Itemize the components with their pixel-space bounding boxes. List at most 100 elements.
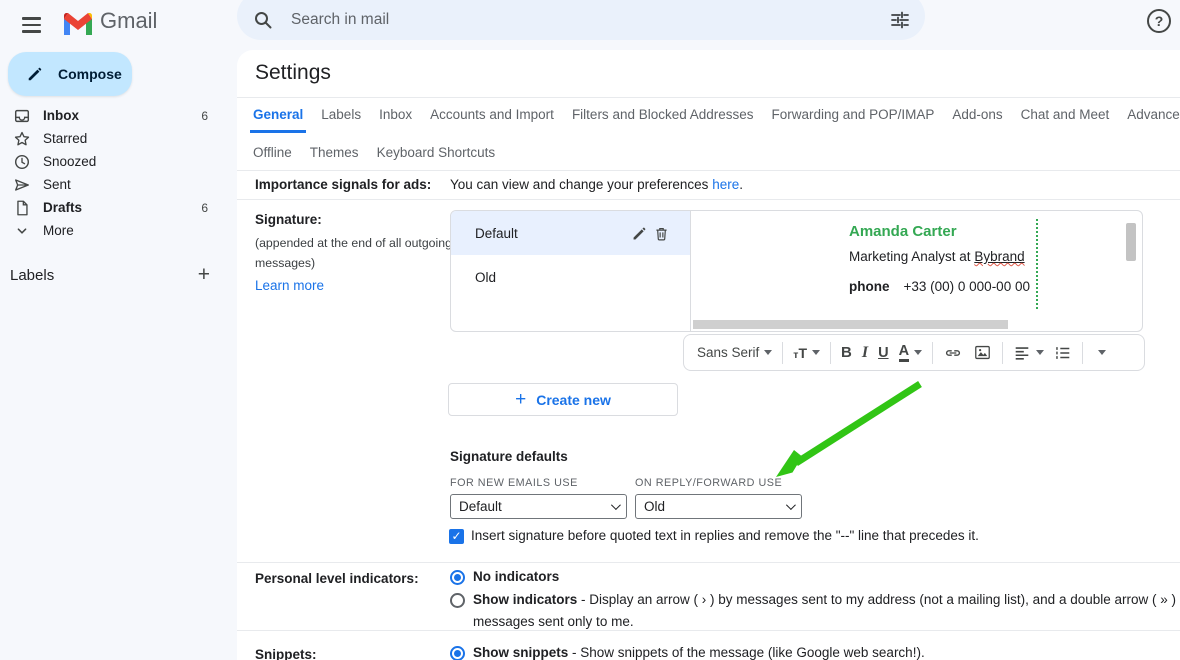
tab-forwarding-and-pop-imap[interactable]: Forwarding and POP/IMAP <box>769 104 938 133</box>
tab-themes[interactable]: Themes <box>307 142 362 168</box>
signature-preview-name: Amanda Carter <box>849 223 957 240</box>
signature-name: Default <box>475 226 628 241</box>
plus-icon: + <box>515 389 526 411</box>
insert-link-button[interactable] <box>938 343 968 363</box>
chevron-down-icon <box>786 500 796 510</box>
chevron-down-icon <box>812 350 820 355</box>
search-bar[interactable]: Search in mail <box>237 0 925 40</box>
search-input[interactable]: Search in mail <box>291 11 889 29</box>
signature-defaults-heading: Signature defaults <box>450 449 568 464</box>
search-filters-icon[interactable] <box>889 9 911 31</box>
sidebar-item-label: Drafts <box>43 200 201 215</box>
signature-divider-dotted <box>1036 219 1038 309</box>
signature-preview-title: Marketing Analyst at Bybrand <box>849 249 1025 264</box>
tab-add-ons[interactable]: Add-ons <box>949 104 1005 133</box>
show-indicators-option: Show indicators - Display an arrow ( › )… <box>450 592 1180 608</box>
checkbox-label: Insert signature before quoted text in r… <box>471 528 979 543</box>
sidebar-item-label: More <box>43 223 208 238</box>
importance-signals-text: You can view and change your preferences… <box>450 177 743 192</box>
no-indicators-option: No indicators <box>450 569 559 585</box>
font-family-select[interactable]: Sans Serif <box>692 345 777 360</box>
here-link[interactable]: here <box>712 177 739 192</box>
option-label: No indicators <box>473 569 559 584</box>
underline-button[interactable]: U <box>873 345 893 361</box>
insert-image-button[interactable] <box>968 343 997 362</box>
sidebar-item-sent[interactable]: Sent <box>0 173 228 196</box>
draft-count: 6 <box>201 201 208 215</box>
divider <box>237 97 1180 98</box>
radio-selected[interactable] <box>450 646 465 660</box>
text-color-button[interactable]: A <box>894 344 927 362</box>
checkbox-checked[interactable]: ✓ <box>449 529 464 544</box>
gmail-brand-text: Gmail <box>100 8 157 34</box>
signature-name: Old <box>475 270 672 285</box>
delete-signature-icon[interactable] <box>650 225 672 242</box>
sidebar-item-label: Snoozed <box>43 154 208 169</box>
help-button[interactable]: ? <box>1144 6 1174 36</box>
divider <box>237 170 1180 171</box>
learn-more-link[interactable]: Learn more <box>255 278 324 293</box>
tab-accounts-and-import[interactable]: Accounts and Import <box>427 104 557 133</box>
signature-item-old[interactable]: Old <box>451 255 690 299</box>
sidebar-item-label: Starred <box>43 131 208 146</box>
vertical-scrollbar[interactable] <box>1126 223 1136 261</box>
signature-label: Signature: <box>255 212 322 227</box>
tab-inbox[interactable]: Inbox <box>376 104 415 133</box>
sidebar-item-inbox[interactable]: Inbox 6 <box>0 104 228 127</box>
radio-selected[interactable] <box>450 570 465 585</box>
hamburger-menu-button[interactable] <box>16 9 56 41</box>
tab-advanced[interactable]: Advanced <box>1124 104 1180 133</box>
bybrand-link: Bybrand <box>974 249 1024 264</box>
chevron-down-icon <box>611 500 621 510</box>
help-icon: ? <box>1147 9 1171 33</box>
sidebar-item-drafts[interactable]: Drafts 6 <box>0 196 228 219</box>
chevron-down-icon <box>1098 350 1106 355</box>
font-size-button[interactable]: тT <box>788 345 825 361</box>
radio-unselected[interactable] <box>450 593 465 608</box>
signature-preview[interactable]: Amanda Carter Marketing Analyst at Bybra… <box>691 211 1142 331</box>
sidebar-item-snoozed[interactable]: Snoozed <box>0 150 228 173</box>
on-reply-forward-select[interactable]: Old <box>635 494 802 519</box>
tab-general[interactable]: General <box>250 104 306 133</box>
clock-icon <box>12 152 32 172</box>
insert-signature-option: ✓ Insert signature before quoted text in… <box>449 528 979 544</box>
sidebar-item-more[interactable]: More <box>0 219 228 242</box>
more-formatting-button[interactable] <box>1088 350 1111 355</box>
chevron-down-icon <box>914 350 922 355</box>
signature-item-default[interactable]: Default <box>451 211 690 255</box>
tab-chat-and-meet[interactable]: Chat and Meet <box>1018 104 1113 133</box>
bold-button[interactable]: B <box>836 344 857 361</box>
tab-filters-and-blocked-addresses[interactable]: Filters and Blocked Addresses <box>569 104 757 133</box>
tab-labels[interactable]: Labels <box>318 104 364 133</box>
link-icon <box>943 343 963 363</box>
sidebar-item-starred[interactable]: Starred <box>0 127 228 150</box>
chevron-down-icon <box>12 221 32 241</box>
tab-offline[interactable]: Offline <box>250 142 295 168</box>
italic-button[interactable]: I <box>857 344 873 362</box>
tab-keyboard-shortcuts[interactable]: Keyboard Shortcuts <box>374 142 499 168</box>
numbered-list-icon <box>1054 344 1072 362</box>
personal-indicators-label: Personal level indicators: <box>255 571 419 586</box>
option-text-line2: messages sent only to me. <box>473 614 634 629</box>
signature-editor: Default Old Amanda Carter Marketing Anal… <box>450 210 1143 332</box>
signature-preview-phone: phone+33 (00) 0 000-00 00 <box>849 279 1030 294</box>
for-new-emails-select[interactable]: Default <box>450 494 627 519</box>
create-label-button[interactable]: + <box>198 266 210 284</box>
gmail-app: Gmail Search in mail ? Compose Inbox <box>0 0 1180 660</box>
sidebar-item-label: Inbox <box>43 108 201 123</box>
compose-button[interactable]: Compose <box>8 52 132 96</box>
search-icon[interactable] <box>253 10 273 30</box>
page-title: Settings <box>255 61 331 85</box>
unread-count: 6 <box>201 109 208 123</box>
edit-signature-icon[interactable] <box>628 225 650 242</box>
compose-label: Compose <box>58 66 122 82</box>
align-left-icon <box>1013 344 1031 362</box>
numbered-list-button[interactable] <box>1049 344 1077 362</box>
align-button[interactable] <box>1008 344 1049 362</box>
compose-pencil-icon <box>26 65 44 83</box>
create-new-signature-button[interactable]: + Create new <box>448 383 678 416</box>
divider <box>237 630 1180 631</box>
horizontal-scrollbar[interactable] <box>693 320 1008 329</box>
send-icon <box>12 175 32 195</box>
settings-tabs-row1: General Labels Inbox Accounts and Import… <box>250 104 1180 133</box>
